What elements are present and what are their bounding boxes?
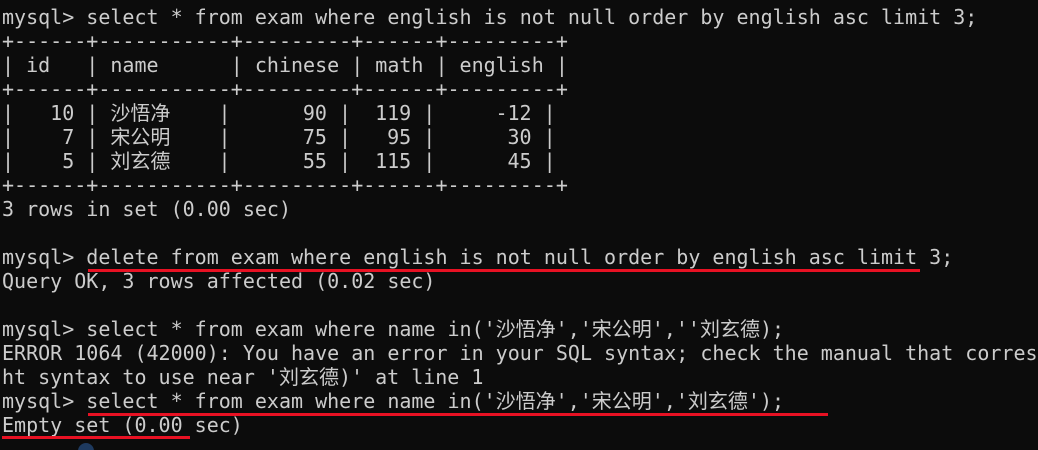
red-underline-select-command [88, 413, 828, 416]
red-underline-empty-set-result [2, 436, 190, 439]
command-select-in-broken: mysql> select * from exam where name in(… [2, 317, 785, 341]
red-underline-delete-command [88, 269, 920, 272]
error-message-line: ht syntax to use near '刘玄德)' at line 1 [2, 365, 484, 389]
command-delete: mysql> delete from exam where english is… [2, 245, 954, 269]
table-row: | 7 | 宋公明 | 75 | 95 | 30 | [2, 125, 556, 149]
table-border-header: +------+-----------+---------+------+---… [2, 77, 568, 101]
table-border-top: +------+-----------+---------+------+---… [2, 29, 568, 53]
table-border-bottom: +------+-----------+---------+------+---… [2, 173, 568, 197]
result-status-line: Empty set (0.00 sec) [2, 413, 243, 437]
result-status-line: Query OK, 3 rows affected (0.02 sec) [2, 269, 436, 293]
table-header-row: | id | name | chinese | math | english | [2, 53, 568, 77]
terminal-cursor [78, 443, 94, 450]
terminal-window[interactable]: mysql> select * from exam where english … [0, 0, 1038, 450]
table-row: | 5 | 刘玄德 | 55 | 115 | 45 | [2, 149, 556, 173]
result-status-line: 3 rows in set (0.00 sec) [2, 197, 291, 221]
command-select-order-limit: mysql> select * from exam where english … [2, 5, 978, 29]
command-select-in: mysql> select * from exam where name in(… [2, 389, 785, 413]
error-message-line: ERROR 1064 (42000): You have an error in… [2, 341, 1038, 365]
table-row: | 10 | 沙悟净 | 90 | 119 | -12 | [2, 101, 556, 125]
